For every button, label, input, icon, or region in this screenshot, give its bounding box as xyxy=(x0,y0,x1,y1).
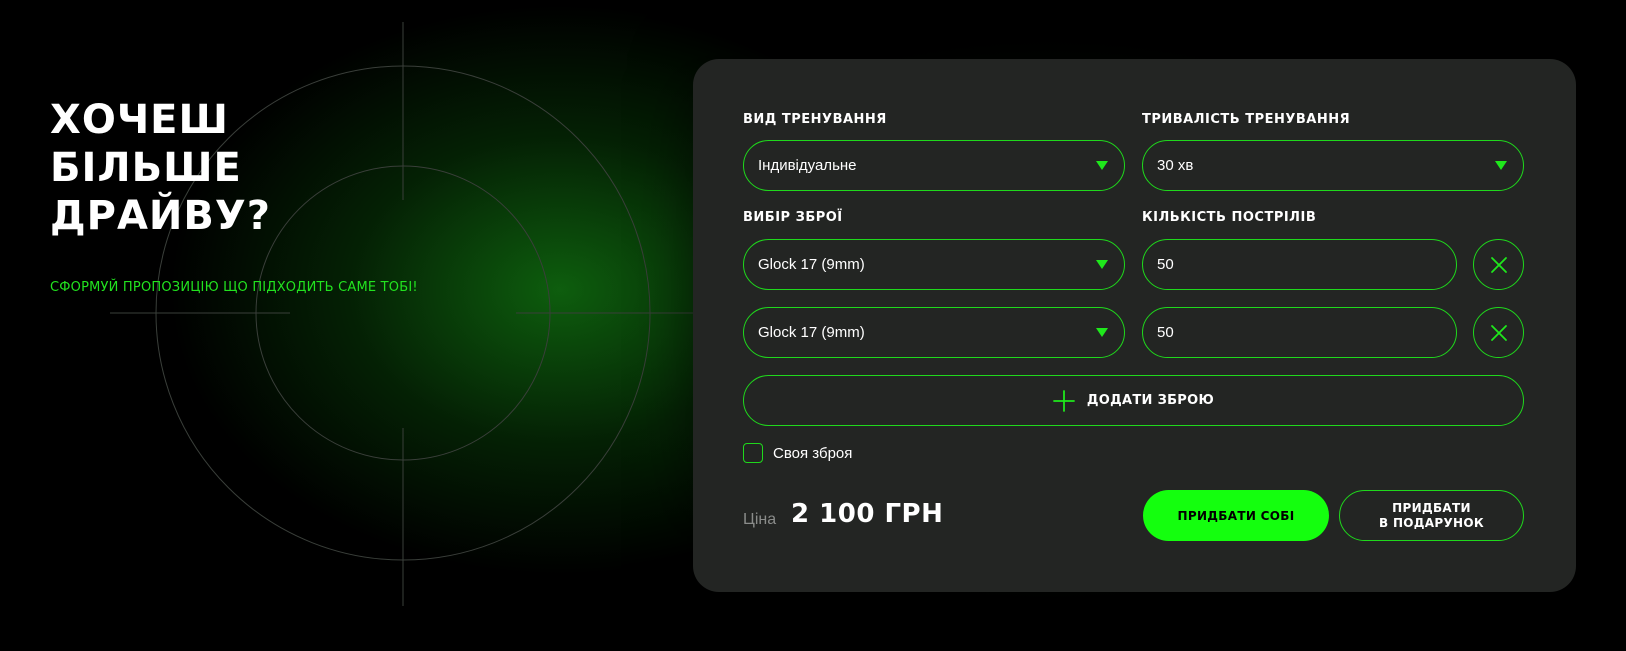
add-weapon-button[interactable]: ДОДАТИ ЗБРОЮ xyxy=(743,375,1524,426)
buy-for-self-button[interactable]: ПРИДБАТИ СОБІ xyxy=(1143,490,1329,541)
training-type-label: ВИД ТРЕНУВАННЯ xyxy=(743,112,887,127)
weapon-select-value: Glock 17 (9mm) xyxy=(758,324,865,341)
hero-title-line2: ДРАЙВУ? xyxy=(50,193,271,239)
hero-title-line1: ХОЧЕШ БІЛЬШЕ xyxy=(50,97,242,191)
hero: ХОЧЕШ БІЛЬШЕ ДРАЙВУ? СФОРМУЙ ПРОПОЗИЦІЮ … xyxy=(50,96,418,295)
price-label: Ціна xyxy=(743,511,777,528)
remove-weapon-button[interactable] xyxy=(1473,239,1524,290)
order-form-card: ВИД ТРЕНУВАННЯ Індивідуальне ТРИВАЛІСТЬ … xyxy=(693,59,1576,592)
shots-input[interactable]: 50 xyxy=(1142,307,1457,358)
plus-icon xyxy=(1053,389,1075,412)
weapon-select[interactable]: Glock 17 (9mm) xyxy=(743,239,1125,290)
shots-input-value: 50 xyxy=(1157,324,1174,341)
weapon-label: ВИБІР ЗБРОЇ xyxy=(743,210,843,225)
training-type-value: Індивідуальне xyxy=(758,157,857,174)
shots-input[interactable]: 50 xyxy=(1142,239,1457,290)
price-value: 2 100 ГРН xyxy=(791,499,944,529)
own-weapon-option[interactable]: Своя зброя xyxy=(743,443,852,463)
training-type-select[interactable]: Індивідуальне xyxy=(743,140,1125,191)
chevron-down-icon xyxy=(1096,260,1108,269)
training-duration-value: 30 хв xyxy=(1157,157,1194,174)
chevron-down-icon xyxy=(1495,161,1507,170)
training-duration-select[interactable]: 30 хв xyxy=(1142,140,1524,191)
shots-input-value: 50 xyxy=(1157,256,1174,273)
remove-weapon-button[interactable] xyxy=(1473,307,1524,358)
own-weapon-checkbox[interactable] xyxy=(743,443,763,463)
gift-button-line2: В ПОДАРУНОК xyxy=(1379,515,1484,530)
buy-as-gift-button[interactable]: ПРИДБАТИ В ПОДАРУНОК xyxy=(1339,490,1524,541)
weapon-select-value: Glock 17 (9mm) xyxy=(758,256,865,273)
add-weapon-label: ДОДАТИ ЗБРОЮ xyxy=(1086,393,1215,408)
chevron-down-icon xyxy=(1096,161,1108,170)
chevron-down-icon xyxy=(1096,328,1108,337)
gift-button-line1: ПРИДБАТИ xyxy=(1392,500,1471,515)
own-weapon-label: Своя зброя xyxy=(773,444,853,462)
hero-subtitle: СФОРМУЙ ПРОПОЗИЦІЮ ЩО ПІДХОДИТЬ САМЕ ТОБ… xyxy=(50,280,418,295)
close-icon xyxy=(1490,256,1507,273)
training-duration-label: ТРИВАЛІСТЬ ТРЕНУВАННЯ xyxy=(1142,112,1351,127)
hero-title: ХОЧЕШ БІЛЬШЕ ДРАЙВУ? xyxy=(50,96,410,240)
weapon-select[interactable]: Glock 17 (9mm) xyxy=(743,307,1125,358)
shots-label: КІЛЬКІСТЬ ПОСТРІЛІВ xyxy=(1142,210,1317,225)
close-icon xyxy=(1490,324,1507,341)
